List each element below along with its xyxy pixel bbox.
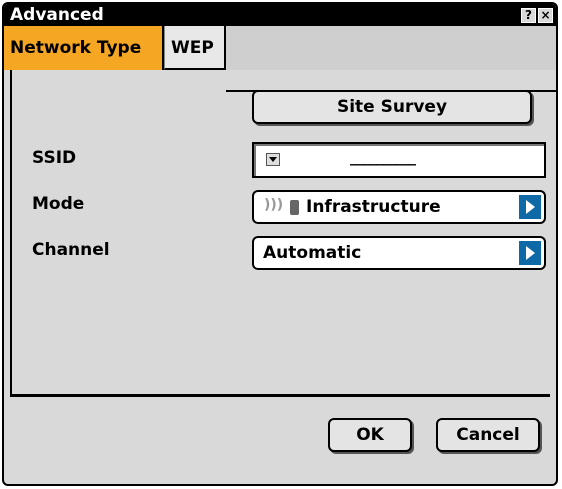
tab-network-type[interactable]: Network Type <box>4 26 164 70</box>
ssid-value: __________ <box>350 148 416 166</box>
title-bar: Advanced ? × <box>4 4 556 26</box>
dropdown-arrow-icon[interactable] <box>266 153 280 166</box>
dialog-title: Advanced <box>10 5 104 25</box>
channel-label: Channel <box>32 240 110 260</box>
device-icon <box>290 200 299 215</box>
ssid-field[interactable]: __________ <box>252 142 546 178</box>
cancel-button[interactable]: Cancel <box>436 418 540 452</box>
close-button[interactable]: × <box>538 8 553 23</box>
ok-button[interactable]: OK <box>328 418 412 452</box>
channel-value: Automatic <box>263 243 362 263</box>
tab-wep[interactable]: WEP <box>164 26 226 70</box>
ssid-label: SSID <box>32 148 77 168</box>
footer-divider <box>10 394 550 397</box>
site-survey-button[interactable]: Site Survey <box>252 90 532 124</box>
tab-strip: Network Type WEP <box>4 26 556 92</box>
chevron-right-icon <box>526 246 535 260</box>
channel-select[interactable]: Automatic <box>252 236 546 270</box>
help-button[interactable]: ? <box>521 8 536 23</box>
mode-select[interactable]: ))) Infrastructure <box>252 190 546 224</box>
chevron-right-icon <box>526 200 535 214</box>
mode-arrow-button[interactable] <box>519 195 541 219</box>
mode-value: Infrastructure <box>306 197 441 217</box>
mode-label: Mode <box>32 194 85 214</box>
tab-content-panel: Site Survey SSID __________ Mode ))) Inf… <box>10 70 550 394</box>
signal-waves-icon: ))) <box>264 197 284 213</box>
channel-arrow-button[interactable] <box>519 241 541 265</box>
advanced-dialog: Advanced ? × Network Type WEP Site Surve… <box>2 2 558 486</box>
